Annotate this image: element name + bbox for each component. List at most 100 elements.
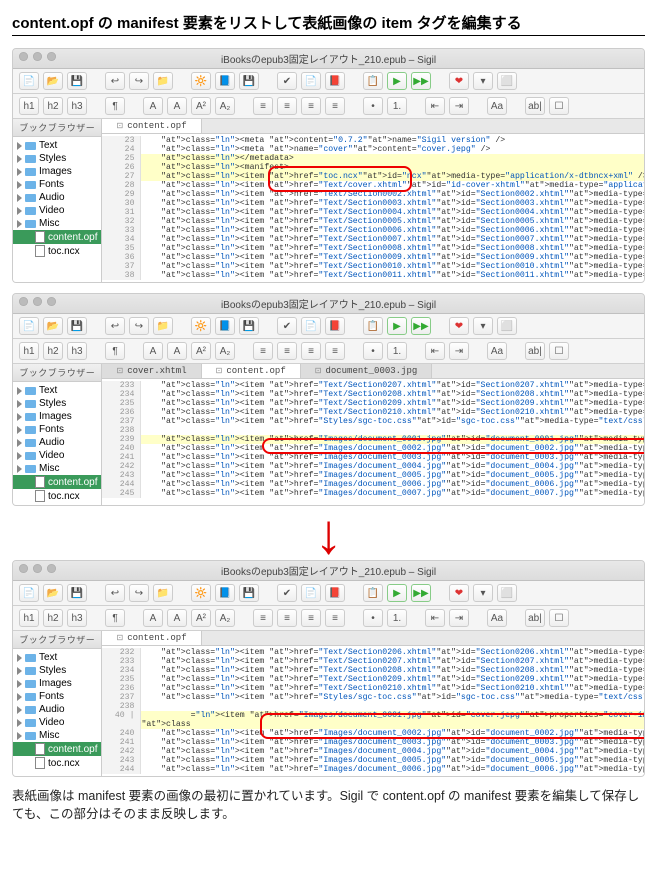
toolbar-button[interactable]: 📕 xyxy=(325,317,345,335)
tab-cover-xhtml[interactable]: ⊡cover.xhtml xyxy=(102,364,201,378)
close-window-icon[interactable] xyxy=(19,564,28,573)
toolbar-button[interactable]: ▶ xyxy=(387,584,407,602)
h2-button[interactable]: h2 xyxy=(43,342,63,360)
folder-fonts[interactable]: Fonts xyxy=(13,690,101,703)
toolbar-button[interactable]: ↩ xyxy=(105,72,125,90)
align-justify-button[interactable]: ≡ xyxy=(325,97,345,115)
toolbar-button[interactable]: 💾 xyxy=(67,584,87,602)
toolbar-button[interactable]: 📂 xyxy=(43,317,63,335)
align-justify-button[interactable]: ≡ xyxy=(325,609,345,627)
outdent-button[interactable]: ⇤ xyxy=(425,609,445,627)
folder-text[interactable]: Text xyxy=(13,384,101,397)
toolbar-button[interactable]: 📕 xyxy=(325,72,345,90)
minimize-window-icon[interactable] xyxy=(33,564,42,573)
tab-content-opf[interactable]: ⊡content.opf xyxy=(202,364,301,378)
case-button[interactable]: Aa xyxy=(487,342,507,360)
folder-video[interactable]: Video xyxy=(13,449,101,462)
bullet-button[interactable]: • xyxy=(363,609,383,627)
toolbar-button[interactable]: 📋 xyxy=(363,317,383,335)
folder-styles[interactable]: Styles xyxy=(13,664,101,677)
close-icon[interactable]: ⊡ xyxy=(116,633,123,643)
toolbar-button[interactable]: ⬜ xyxy=(497,317,517,335)
toolbar-button[interactable]: 📄 xyxy=(19,317,39,335)
subscript-button[interactable]: A₂ xyxy=(215,97,235,115)
toolbar-button[interactable]: 📁 xyxy=(153,584,173,602)
folder-fonts[interactable]: Fonts xyxy=(13,178,101,191)
close-icon[interactable]: ⊡ xyxy=(216,366,223,376)
folder-styles[interactable]: Styles xyxy=(13,397,101,410)
indent-button[interactable]: ⇥ xyxy=(449,97,469,115)
file-content-opf[interactable]: content.opf xyxy=(13,230,101,244)
numbered-button[interactable]: 1. xyxy=(387,609,407,627)
toolbar-button[interactable]: 📂 xyxy=(43,584,63,602)
folder-video[interactable]: Video xyxy=(13,204,101,217)
toolbar-button[interactable]: 📄 xyxy=(19,72,39,90)
toolbar-button[interactable]: ▾ xyxy=(473,317,493,335)
align-left-button[interactable]: ≡ xyxy=(253,342,273,360)
folder-misc[interactable]: Misc xyxy=(13,462,101,475)
folder-audio[interactable]: Audio xyxy=(13,191,101,204)
superscript-button[interactable]: A² xyxy=(191,97,211,115)
align-right-button[interactable]: ≡ xyxy=(301,97,321,115)
zoom-window-icon[interactable] xyxy=(47,52,56,61)
h1-button[interactable]: h1 xyxy=(19,609,39,627)
numbered-button[interactable]: 1. xyxy=(387,97,407,115)
bullet-button[interactable]: • xyxy=(363,342,383,360)
h2-button[interactable]: h2 xyxy=(43,609,63,627)
numbered-button[interactable]: 1. xyxy=(387,342,407,360)
indent-button[interactable]: ⇥ xyxy=(449,342,469,360)
toolbar-button[interactable]: ↩ xyxy=(105,317,125,335)
superscript-button[interactable]: A² xyxy=(191,342,211,360)
para-button[interactable]: ¶ xyxy=(105,97,125,115)
file-content-opf[interactable]: content.opf xyxy=(13,475,101,489)
align-right-button[interactable]: ≡ xyxy=(301,342,321,360)
toolbar-button[interactable]: ▶▶ xyxy=(411,317,431,335)
folder-styles[interactable]: Styles xyxy=(13,152,101,165)
align-center-button[interactable]: ≡ xyxy=(277,609,297,627)
case-button[interactable]: Aa xyxy=(487,97,507,115)
outdent-button[interactable]: ⇤ xyxy=(425,97,445,115)
toolbar-button[interactable]: 📄 xyxy=(301,72,321,90)
align-center-button[interactable]: ≡ xyxy=(277,342,297,360)
checkbox-button[interactable]: ☐ xyxy=(549,609,569,627)
subscript-button[interactable]: A₂ xyxy=(215,342,235,360)
close-icon[interactable]: ⊡ xyxy=(116,121,123,131)
toolbar-button[interactable]: ↪ xyxy=(129,72,149,90)
close-window-icon[interactable] xyxy=(19,297,28,306)
insert-button[interactable]: ab| xyxy=(525,342,545,360)
h1-button[interactable]: h1 xyxy=(19,342,39,360)
font-button[interactable]: A xyxy=(143,609,163,627)
tab-content-opf[interactable]: ⊡content.opf xyxy=(102,119,201,133)
code-editor[interactable]: 233 "at">class="ln"><item "at">href="Tex… xyxy=(102,379,645,500)
toolbar-button[interactable]: ▶ xyxy=(387,72,407,90)
toolbar-button[interactable]: 📘 xyxy=(215,317,235,335)
checkbox-button[interactable]: ☐ xyxy=(549,342,569,360)
toolbar-button[interactable]: ❤ xyxy=(449,584,469,602)
tab-document_0003-jpg[interactable]: ⊡document_0003.jpg xyxy=(301,364,433,378)
subscript-button[interactable]: A₂ xyxy=(215,609,235,627)
checkbox-button[interactable]: ☐ xyxy=(549,97,569,115)
toolbar-button[interactable]: 📋 xyxy=(363,584,383,602)
toolbar-button[interactable]: 💾 xyxy=(67,72,87,90)
align-justify-button[interactable]: ≡ xyxy=(325,342,345,360)
zoom-window-icon[interactable] xyxy=(47,297,56,306)
strike-button[interactable]: A xyxy=(167,609,187,627)
folder-video[interactable]: Video xyxy=(13,716,101,729)
toolbar-button[interactable]: ❤ xyxy=(449,317,469,335)
toolbar-button[interactable]: 💾 xyxy=(239,317,259,335)
insert-button[interactable]: ab| xyxy=(525,97,545,115)
toolbar-button[interactable]: ⬜ xyxy=(497,72,517,90)
file-content-opf[interactable]: content.opf xyxy=(13,742,101,756)
font-button[interactable]: A xyxy=(143,342,163,360)
close-window-icon[interactable] xyxy=(19,52,28,61)
folder-images[interactable]: Images xyxy=(13,677,101,690)
toolbar-button[interactable]: 📁 xyxy=(153,317,173,335)
toolbar-button[interactable]: 💾 xyxy=(67,317,87,335)
zoom-window-icon[interactable] xyxy=(47,564,56,573)
toolbar-button[interactable]: 📁 xyxy=(153,72,173,90)
minimize-window-icon[interactable] xyxy=(33,52,42,61)
folder-misc[interactable]: Misc xyxy=(13,729,101,742)
close-icon[interactable]: ⊡ xyxy=(315,366,322,376)
folder-misc[interactable]: Misc xyxy=(13,217,101,230)
toolbar-button[interactable]: 🔆 xyxy=(191,584,211,602)
